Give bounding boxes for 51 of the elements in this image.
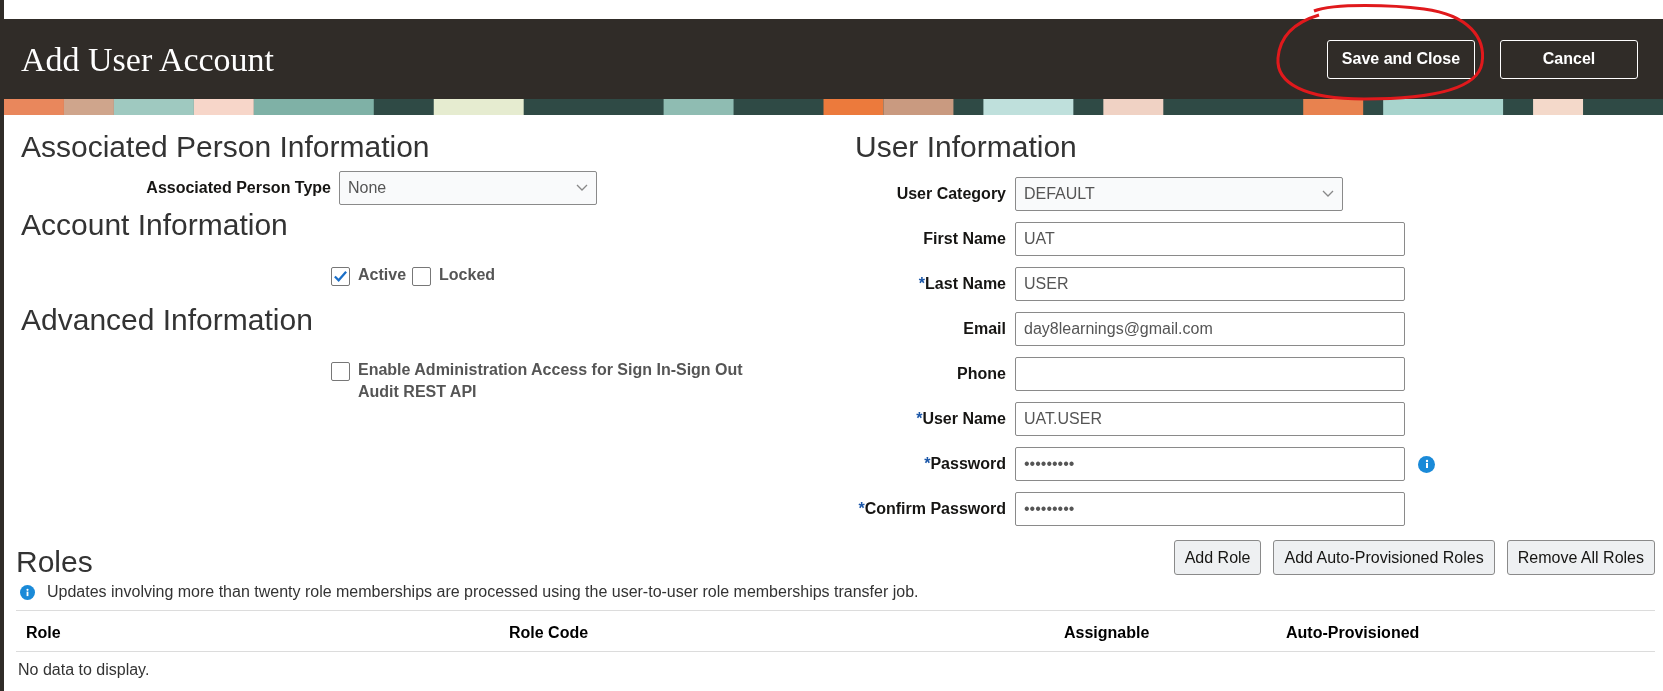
section-heading: Account Information	[21, 207, 289, 243]
role-button[interactable]: Add Role	[1173, 540, 1262, 575]
select-value: DEFAULT	[1024, 184, 1095, 204]
column-header: Role	[26, 623, 61, 643]
role-button[interactable]: Add Auto-Provisioned Roles	[1273, 540, 1495, 575]
checkbox-label: Locked	[439, 265, 496, 285]
field-label: Confirm Password	[864, 500, 1006, 517]
input-field[interactable]: day8learnings@gmail.com	[1015, 312, 1405, 346]
required-asterisk: *	[924, 455, 931, 472]
input-field[interactable]: •••••••••	[1015, 492, 1405, 526]
input-field[interactable]: UAT	[1015, 222, 1405, 256]
field-label: Email	[963, 320, 1006, 337]
checkbox[interactable]	[412, 267, 432, 286]
field-label: Last Name	[925, 275, 1006, 292]
role-button[interactable]: Remove All Roles	[1506, 540, 1655, 575]
field-label: First Name	[923, 230, 1006, 247]
checkbox[interactable]	[331, 362, 350, 381]
empty-message: No data to display.	[18, 660, 151, 680]
required-asterisk: *	[858, 500, 865, 517]
page-title: Add User Account	[21, 39, 275, 80]
field-label: Password	[930, 455, 1006, 472]
info-icon[interactable]	[1418, 455, 1435, 473]
section-heading: Associated Person Information	[21, 129, 431, 165]
info-icon	[20, 584, 35, 600]
input-field[interactable]: UAT.USER	[1015, 402, 1405, 436]
checkbox[interactable]	[331, 267, 350, 286]
checkbox-label: Enable Administration Access for Sign In-Sign Out Audit REST API	[358, 360, 744, 402]
required-asterisk: *	[916, 410, 923, 427]
field-label: User Category	[896, 185, 1006, 202]
input-field[interactable]: •••••••••	[1015, 447, 1405, 481]
section-heading: User Information	[855, 129, 1078, 165]
save-and-close-button[interactable]: Save and Close	[1327, 39, 1475, 79]
required-asterisk: *	[918, 275, 926, 292]
section-heading: Roles	[16, 545, 93, 579]
input-field[interactable]: USER	[1015, 267, 1405, 301]
field-label: Phone	[957, 365, 1006, 382]
select-field[interactable]: DEFAULT	[1015, 177, 1343, 211]
field-label: User Name	[922, 410, 1006, 427]
field-label: Associated Person Type	[145, 178, 332, 198]
input-field[interactable]	[1015, 357, 1405, 391]
select-field[interactable]: None	[339, 171, 597, 205]
checkbox-label: Active	[358, 265, 407, 285]
column-header: Role Code	[509, 623, 589, 643]
chevron-down-icon	[576, 184, 588, 192]
section-heading: Advanced Information	[21, 302, 314, 338]
column-header: Assignable	[1064, 623, 1150, 643]
info-note: Updates involving more than twenty role memberships are processed using the user-to-user role memberships transfer job.	[47, 582, 919, 602]
cancel-button[interactable]: Cancel	[1500, 39, 1638, 79]
column-header: Auto-Provisioned	[1286, 623, 1420, 643]
chevron-down-icon	[1322, 190, 1334, 198]
select-value: None	[348, 178, 387, 198]
